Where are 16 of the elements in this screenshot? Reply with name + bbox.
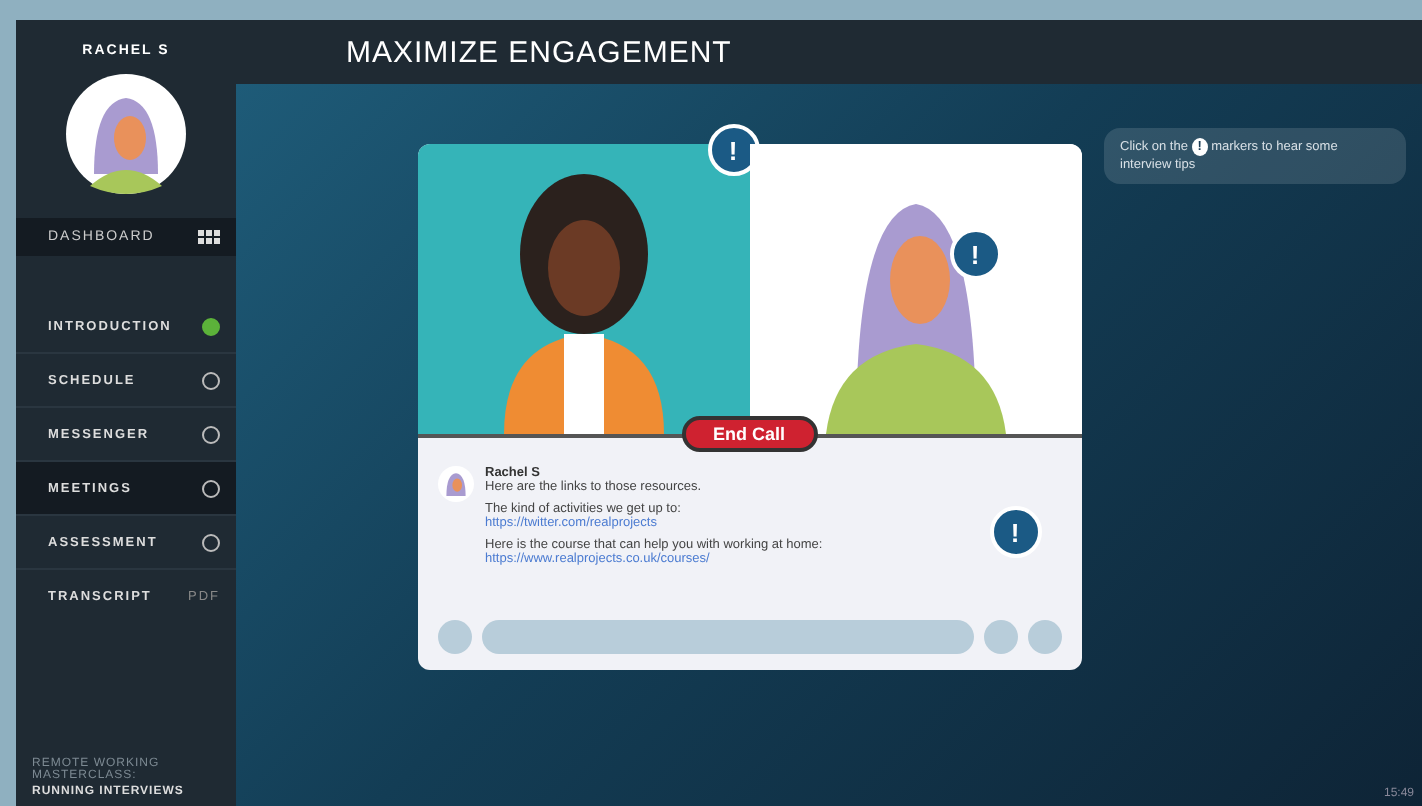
emoji-button[interactable] — [983, 620, 1017, 654]
avatar-icon — [66, 74, 186, 194]
page-title: MAXIMIZE ENGAGEMENT — [346, 35, 732, 69]
status-circle-icon — [202, 533, 220, 551]
info-marker[interactable]: ! — [989, 506, 1041, 558]
status-circle-icon — [202, 479, 220, 497]
info-marker[interactable]: ! — [949, 228, 1001, 280]
end-call-button[interactable]: End Call — [681, 416, 817, 452]
status-circle-icon — [202, 425, 220, 443]
grid-icon — [198, 230, 220, 244]
avatar-icon — [437, 466, 473, 502]
check-icon — [202, 317, 220, 335]
message-input[interactable] — [481, 620, 973, 654]
send-button[interactable] — [1027, 620, 1061, 654]
attach-button[interactable] — [437, 620, 471, 654]
status-circle-icon — [202, 371, 220, 389]
